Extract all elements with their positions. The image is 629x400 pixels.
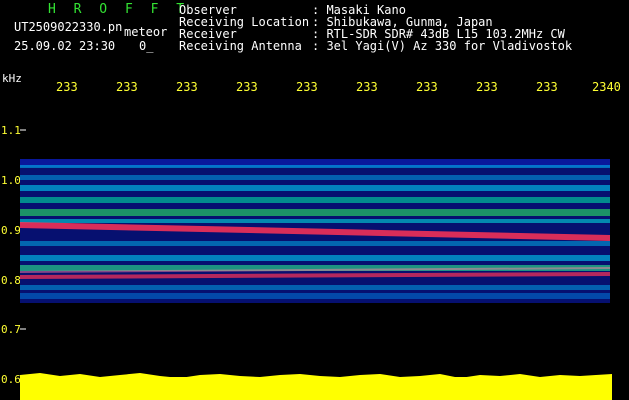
meteor-tag: meteor (124, 25, 168, 39)
x-tick: 233 (116, 80, 138, 94)
level-meter (20, 373, 612, 400)
spectrogram (20, 129, 612, 400)
x-tick: 233 (56, 80, 78, 94)
y-tick: 1.1 (1, 124, 21, 137)
y-axis-unit: kHz (2, 72, 22, 85)
y-tick: 0.7 (1, 323, 21, 336)
antenna-label: Receiving Antenna (179, 39, 302, 53)
x-tick: 233 (416, 80, 438, 94)
program-title: H R O F F T (48, 2, 190, 17)
y-tick: 0.8 (1, 274, 21, 287)
filename-label: UT2509022330.pn (14, 20, 123, 34)
x-tick: 233 (176, 80, 198, 94)
x-tick: 233 (296, 80, 318, 94)
header-panel: H R O F F T UT2509022330.pn meteor 25.09… (0, 0, 629, 70)
datetime-label: 25.09.02 23:30 (14, 39, 116, 53)
x-tick: 233 (356, 80, 378, 94)
y-tick: 0.9 (1, 224, 21, 237)
x-tick: 2340 (592, 80, 621, 94)
x-tick: 233 (236, 80, 258, 94)
y-tick: 0.6 (1, 373, 21, 386)
x-tick: 233 (476, 80, 498, 94)
noise-band-top (20, 159, 610, 168)
extra-value: 0_ (139, 39, 154, 53)
x-tick: 233 (536, 80, 558, 94)
antenna-value: : 3el Yagi(V) Az 330 for Vladivostok (312, 39, 573, 53)
y-tick: 1.0 (1, 174, 21, 187)
